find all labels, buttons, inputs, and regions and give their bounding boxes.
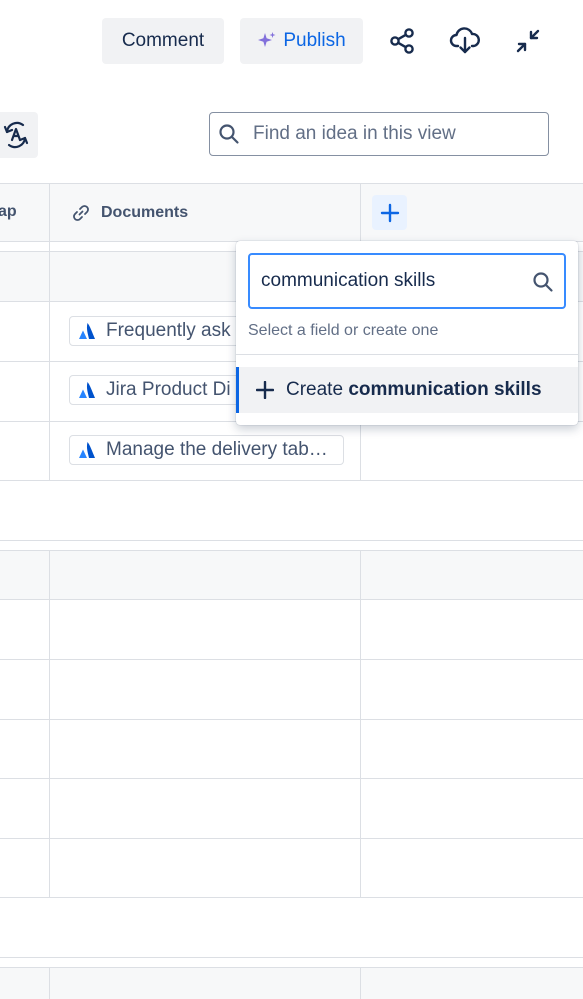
plus-icon — [380, 203, 400, 223]
search-icon — [218, 123, 240, 145]
create-field-label: Create communication skills — [286, 379, 542, 400]
create-field-option[interactable]: Create communication skills — [236, 367, 578, 413]
comment-button-label: Comment — [121, 30, 205, 51]
minimize-icon[interactable] — [508, 21, 548, 61]
sort-button[interactable] — [0, 112, 38, 158]
publish-button[interactable]: Publish — [240, 18, 363, 64]
divider — [236, 354, 578, 355]
column-divider — [49, 967, 50, 999]
field-picker-hint: Select a field or create one — [248, 322, 439, 339]
divider — [0, 599, 583, 600]
group-header-row — [0, 967, 583, 999]
column-header-roadmap[interactable]: ap — [0, 203, 17, 221]
divider — [0, 967, 583, 968]
atlassian-logo-icon — [78, 381, 96, 399]
column-header-label: Documents — [101, 204, 189, 221]
sparkle-icon — [257, 31, 277, 51]
link-icon — [71, 203, 91, 223]
selection-indicator — [236, 367, 239, 413]
field-search-input[interactable] — [261, 270, 521, 292]
column-header-documents[interactable]: Documents — [71, 203, 188, 223]
sort-icon — [0, 118, 33, 152]
divider — [0, 897, 583, 898]
idea-search-field[interactable] — [209, 112, 549, 156]
publish-button-label: Publish — [283, 30, 346, 51]
atlassian-logo-icon — [78, 322, 96, 340]
divider — [0, 480, 583, 481]
divider — [0, 550, 583, 551]
share-icon[interactable] — [382, 21, 422, 61]
create-field-term: communication skills — [348, 379, 542, 400]
column-divider — [360, 967, 361, 999]
cloud-download-icon[interactable] — [445, 21, 485, 61]
atlassian-logo-icon — [78, 441, 96, 459]
group-header-row — [0, 550, 583, 599]
comment-button[interactable]: Comment — [102, 18, 224, 64]
divider — [0, 838, 583, 839]
column-divider — [49, 183, 50, 481]
field-search-field[interactable] — [248, 253, 566, 309]
column-divider — [360, 550, 361, 898]
divider — [0, 778, 583, 779]
document-chip[interactable]: Manage the delivery tab… — [69, 435, 344, 465]
divider — [0, 183, 583, 184]
search-icon — [532, 271, 554, 293]
plus-icon — [256, 381, 274, 399]
divider — [0, 719, 583, 720]
field-picker-popup: Select a field or create one Create comm… — [236, 241, 578, 425]
divider — [0, 540, 583, 541]
divider — [0, 957, 583, 958]
add-field-button[interactable] — [372, 195, 407, 230]
idea-search-input[interactable] — [253, 123, 523, 145]
column-divider — [49, 550, 50, 898]
divider — [0, 659, 583, 660]
